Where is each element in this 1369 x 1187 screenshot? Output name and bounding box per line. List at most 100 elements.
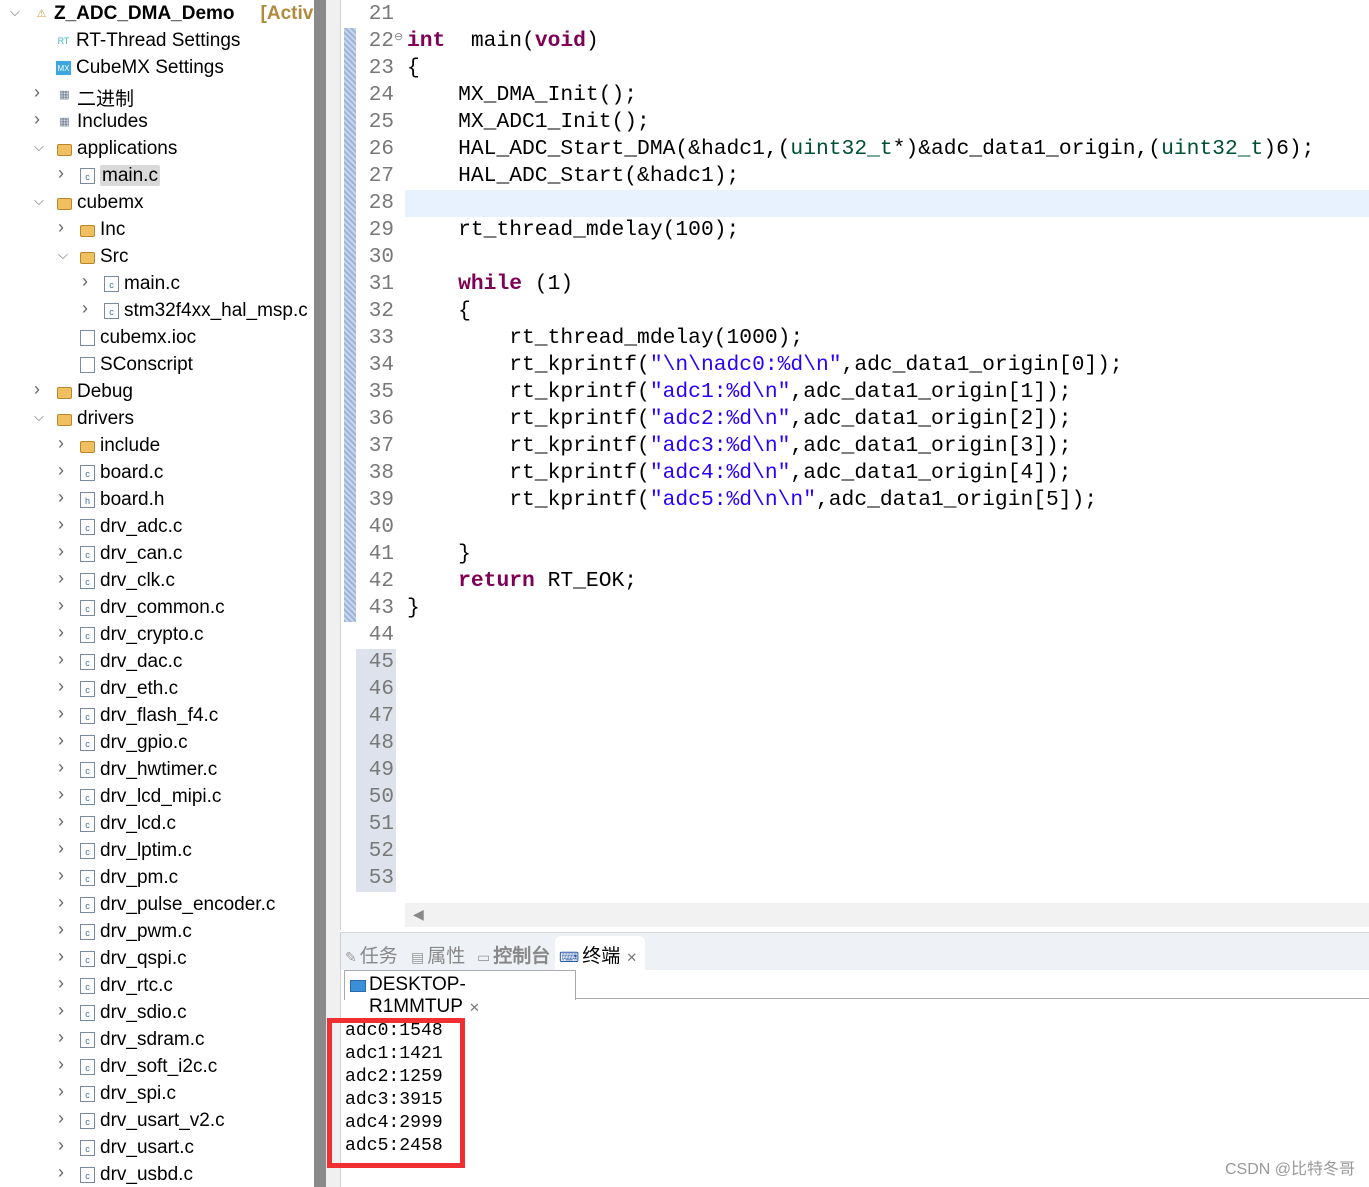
tree-item[interactable]: › c drv_pm.c [0, 865, 314, 892]
chevron-right-icon[interactable]: › [58, 1054, 64, 1075]
tree-item[interactable]: › c drv_usart_v2.c [0, 1108, 314, 1135]
chevron-right-icon[interactable]: › [58, 757, 64, 778]
code-line[interactable]: rt_thread_mdelay(100); [407, 217, 1369, 244]
tree-item[interactable]: › c drv_usart.c [0, 1135, 314, 1162]
chevron-right-icon[interactable]: › [58, 163, 64, 184]
tree-item[interactable]: ⌵ cubemx [0, 190, 314, 217]
code-editor[interactable]: 21 22 ⊖ int main(void) 23 {24 MX_DMA_Init(); 2… [340, 0, 1369, 930]
chevron-right-icon[interactable]: › [34, 379, 40, 400]
code-line[interactable]: return RT_EOK; [407, 568, 1369, 595]
chevron-right-icon[interactable]: › [34, 82, 40, 103]
tree-item[interactable]: › c drv_adc.c [0, 514, 314, 541]
tree-item[interactable]: ⌵ Src [0, 244, 314, 271]
chevron-right-icon[interactable]: › [58, 433, 64, 454]
tree-item[interactable]: › c drv_hwtimer.c [0, 757, 314, 784]
panel-divider[interactable] [326, 0, 340, 1187]
chevron-right-icon[interactable]: › [58, 1108, 64, 1129]
code-line[interactable] [407, 1, 1369, 28]
chevron-right-icon[interactable]: › [58, 676, 64, 697]
fold-icon[interactable]: ⊖ [394, 30, 403, 43]
chevron-right-icon[interactable]: › [58, 622, 64, 643]
code-line[interactable]: MX_DMA_Init(); [407, 82, 1369, 109]
tree-item[interactable]: › c drv_gpio.c [0, 730, 314, 757]
chevron-right-icon[interactable]: › [58, 1162, 64, 1183]
chevron-right-icon[interactable]: › [34, 109, 40, 130]
code-line[interactable]: rt_kprintf("adc3:%d\n",adc_data1_origin[… [407, 433, 1369, 460]
chevron-right-icon[interactable]: › [58, 784, 64, 805]
tree-item[interactable]: › c drv_common.c [0, 595, 314, 622]
tree-item[interactable]: › c drv_sdio.c [0, 1000, 314, 1027]
tree-item[interactable]: › c drv_clk.c [0, 568, 314, 595]
tree-item[interactable]: ⌵ applications [0, 136, 314, 163]
chevron-down-icon[interactable]: ⌵ [10, 4, 20, 20]
chevron-right-icon[interactable]: › [58, 460, 64, 481]
chevron-right-icon[interactable]: › [58, 703, 64, 724]
tree-item[interactable]: SConscript [0, 352, 314, 379]
code-line[interactable] [407, 838, 1369, 865]
tree-item[interactable]: › ▦ 二进制 [0, 82, 314, 110]
close-icon[interactable]: ✕ [469, 1000, 480, 1015]
code-line[interactable]: HAL_ADC_Start_DMA(&hadc1,(uint32_t*)&adc… [407, 136, 1369, 163]
chevron-right-icon[interactable]: › [82, 271, 88, 292]
project-explorer-scrollbar[interactable] [314, 0, 326, 1187]
tree-item[interactable]: › c drv_can.c [0, 541, 314, 568]
code-line[interactable] [407, 649, 1369, 676]
chevron-right-icon[interactable]: › [58, 1027, 64, 1048]
tab-console[interactable]: ▭ 控制台 [477, 941, 550, 968]
chevron-right-icon[interactable]: › [58, 865, 64, 886]
code-line[interactable]: } [407, 541, 1369, 568]
code-line[interactable] [407, 622, 1369, 649]
chevron-down-icon[interactable]: ⌵ [34, 193, 44, 209]
tree-item[interactable]: › c drv_sdram.c [0, 1027, 314, 1054]
code-line[interactable] [407, 730, 1369, 757]
chevron-right-icon[interactable]: › [58, 730, 64, 751]
chevron-right-icon[interactable]: › [58, 541, 64, 562]
code-line[interactable] [407, 190, 1369, 217]
code-line[interactable]: rt_thread_mdelay(1000); [407, 325, 1369, 352]
chevron-right-icon[interactable]: › [58, 487, 64, 508]
tab-terminal[interactable]: ⌨ 终端 ✕ [555, 936, 646, 971]
code-line[interactable] [407, 784, 1369, 811]
chevron-right-icon[interactable]: › [58, 1000, 64, 1021]
chevron-right-icon[interactable]: › [58, 1135, 64, 1156]
chevron-down-icon[interactable]: ⌵ [58, 247, 68, 263]
chevron-right-icon[interactable]: › [58, 649, 64, 670]
code-line[interactable] [407, 703, 1369, 730]
tree-item[interactable]: › c drv_lptim.c [0, 838, 314, 865]
tab-tasks[interactable]: ✎ 任务 [345, 941, 398, 968]
terminal-session-tab[interactable]: DESKTOP-R1MMTUP ✕ [344, 970, 576, 1017]
tree-item[interactable]: › ▦ Includes [0, 109, 314, 136]
tree-item[interactable]: › c main.c [0, 271, 314, 298]
chevron-down-icon[interactable]: ⌵ [34, 409, 44, 425]
code-line[interactable]: MX_ADC1_Init(); [407, 109, 1369, 136]
tree-item[interactable]: › c drv_eth.c [0, 676, 314, 703]
chevron-right-icon[interactable]: › [58, 568, 64, 589]
tree-item[interactable]: MX CubeMX Settings [0, 55, 314, 82]
tree-item[interactable]: › include [0, 433, 314, 460]
tree-item[interactable]: › c drv_lcd.c [0, 811, 314, 838]
close-icon[interactable]: ✕ [626, 950, 637, 965]
code-line[interactable]: } [407, 595, 1369, 622]
code-line[interactable]: { [407, 55, 1369, 82]
chevron-right-icon[interactable]: › [58, 892, 64, 913]
tree-item[interactable]: › c board.c [0, 460, 314, 487]
code-line[interactable] [407, 865, 1369, 892]
tree-item[interactable]: › c drv_qspi.c [0, 946, 314, 973]
tree-item[interactable]: cubemx.ioc [0, 325, 314, 352]
chevron-right-icon[interactable]: › [58, 595, 64, 616]
code-line[interactable] [407, 244, 1369, 271]
tab-properties[interactable]: ▤ 属性 [411, 941, 465, 968]
scroll-left-icon[interactable]: ◀ [413, 906, 424, 923]
code-line[interactable]: rt_kprintf("adc4:%d\n",adc_data1_origin[… [407, 460, 1369, 487]
chevron-right-icon[interactable]: › [58, 811, 64, 832]
code-line[interactable]: { [407, 298, 1369, 325]
chevron-down-icon[interactable]: ⌵ [34, 139, 44, 155]
code-line[interactable]: rt_kprintf("adc1:%d\n",adc_data1_origin[… [407, 379, 1369, 406]
code-line[interactable]: int main(void) [407, 28, 1369, 55]
chevron-right-icon[interactable]: › [58, 919, 64, 940]
code-line[interactable] [407, 676, 1369, 703]
code-line[interactable]: rt_kprintf("\n\nadc0:%d\n",adc_data1_ori… [407, 352, 1369, 379]
tree-item[interactable]: › c drv_flash_f4.c [0, 703, 314, 730]
code-line[interactable]: HAL_ADC_Start(&hadc1); [407, 163, 1369, 190]
tree-item[interactable]: › c drv_soft_i2c.c [0, 1054, 314, 1081]
